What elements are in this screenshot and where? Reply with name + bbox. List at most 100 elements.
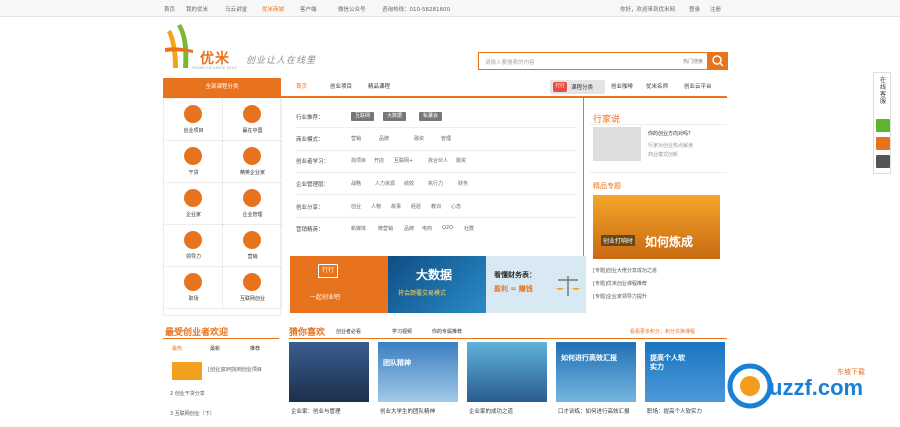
nav-projects[interactable]: 创业项目 [330,82,352,90]
filter-option[interactable]: 经验 [411,203,421,210]
guess-tab[interactable]: 创业者必看 [336,328,361,335]
side-item[interactable]: 创业项目 [164,99,223,141]
filter-option[interactable]: 微营销 [378,225,393,232]
filter-tag[interactable]: 互联网 [351,112,375,121]
filter-option[interactable]: 开店 [374,157,384,164]
filter-option[interactable]: 财务 [458,180,468,187]
filter-option[interactable]: 营销 [351,135,361,142]
stack-icon [184,147,202,165]
divider [163,338,279,339]
topic-link[interactable]: [专题]优米创业课程推荐 [593,280,647,287]
course-caption[interactable]: 企业家：创业与管理 [291,407,341,415]
guess-tab[interactable]: 学习视频 [392,328,412,335]
nav-teachers[interactable]: 优米名师 [646,82,668,90]
filter-option[interactable]: O2O [442,225,453,231]
top-arrow-icon[interactable] [876,137,890,150]
filter-option[interactable]: 绩效 [404,180,414,187]
nav-cafe[interactable]: 创业咖啡 [611,82,633,90]
promo-banner[interactable]: 行行 一起创业吧 大数据 将会颠覆交易模式 看懂财务表： 盈利 = 赚钱 [290,256,586,313]
top-bar: 首页 我的优米 马云讲堂 优米商城 客户端 微信公众号 咨询热线：010-582… [0,0,900,17]
popular-item[interactable]: [创业]如何找到创业项目 [208,366,262,373]
side-item[interactable]: 赢在中国 [223,99,282,141]
side-item[interactable]: 干货 [164,141,223,183]
tab-new[interactable]: 最新 [210,345,220,352]
popular-item[interactable]: 2 创业干货分享 [170,390,205,397]
topic-banner[interactable]: 创业打响时 如何炼成 [593,195,720,259]
points-link[interactable]: 看看更多积分，积分兑换课程 [630,328,695,335]
course-card[interactable]: 提高个人软实力 [645,342,725,402]
course-caption[interactable]: 创业大学生的团队精神 [380,407,435,415]
filter-option[interactable]: 人力资源 [375,180,395,187]
top-link-my[interactable]: 我的优米 [186,5,208,13]
course-caption[interactable]: 企业家的成功之道 [469,407,513,415]
filter-option[interactable]: 品牌 [404,225,414,232]
filter-option[interactable]: 品牌 [379,135,389,142]
side-item[interactable]: 职场 [164,267,223,309]
top-link-client[interactable]: 客户端 [300,5,317,13]
side-item[interactable]: 企业家 [164,183,223,225]
side-menu: 创业项目 赢在中国 干货 精英企业家 企业家 企业管理 领导力 营销 职场 互联… [163,98,282,316]
course-caption[interactable]: 口才训练：如何进行高效汇报 [558,407,630,415]
course-card[interactable]: 如何进行高效汇报 [556,342,636,402]
filter-option[interactable]: 故事 [391,203,401,210]
filter-option[interactable]: 创业 [351,203,361,210]
side-item[interactable]: 精英企业家 [223,141,282,183]
filter-option[interactable]: 管理 [441,135,451,142]
expert-item-line: 行家对创业热点解读 [648,143,694,149]
banner-seg-3: 看懂财务表： 盈利 = 赚钱 [486,256,586,313]
topic-link[interactable]: [专题]创业大佬分享成功之道 [593,267,657,274]
category-button[interactable]: 行行 课程分类 [550,80,605,94]
course-caption[interactable]: 职场：提高个人软实力 [647,407,702,415]
filter-option[interactable]: 电商 [422,225,432,232]
nav-cloud[interactable]: 创业云平台 [684,82,712,90]
tab-hot[interactable]: 最热 [172,345,182,352]
nav-home[interactable]: 首页 [296,82,307,90]
side-item[interactable]: 领导力 [164,225,223,267]
pin-icon [243,273,261,291]
course-card[interactable] [467,342,547,402]
side-item[interactable]: 企业管理 [223,183,282,225]
popular-item[interactable]: 3 互联网创业（下） [170,410,215,417]
filter-option[interactable]: 执行力 [428,180,443,187]
top-link-mall[interactable]: 优米商城 [262,5,284,13]
feedback-icon[interactable] [876,155,890,168]
top-link-wechat[interactable]: 微信公众号 [338,5,366,13]
filter-option[interactable]: 找合伙人 [428,157,448,164]
guess-title: 猜你喜欢 [289,328,326,338]
filter-tag[interactable]: 大数据 [383,112,407,121]
all-categories-tab[interactable]: 全部课程分类 [163,78,281,96]
side-item[interactable]: 互联网创业 [223,267,282,309]
expert-item-title[interactable]: 你的创业方向对吗？ [648,130,693,137]
nav-courses[interactable]: 精品课程 [368,82,390,90]
filter-option[interactable]: 融资 [456,157,466,164]
login-link[interactable]: 登录 [689,5,700,13]
guess-tab[interactable]: 你的专属推荐 [432,328,462,335]
filter-option[interactable]: 心态 [451,203,461,210]
filter-option[interactable]: 互联网+ [394,157,413,164]
course-card[interactable]: 团队精神 [378,342,458,402]
filter-option[interactable]: 教训 [431,203,441,210]
filter-option[interactable]: 社群 [464,225,474,232]
topic-link[interactable]: [专题]企业家领导力提升 [593,293,647,300]
expert-thumbnail[interactable] [593,127,641,161]
tab-recommend[interactable]: 推荐 [250,345,260,352]
search-hot[interactable]: 热门搜索 [683,58,703,65]
popular-thumb[interactable] [172,362,202,380]
online-service-panel[interactable]: 在线客服 [873,72,891,174]
logo-icon[interactable] [163,24,195,68]
search-button[interactable] [708,52,728,70]
filter-option[interactable]: 找项目 [351,157,366,164]
filter-option[interactable]: 融资 [414,135,424,142]
top-link-home[interactable]: 首页 [164,5,175,13]
course-card[interactable] [289,342,369,402]
register-link[interactable]: 注册 [710,5,721,13]
filter-option[interactable]: 新媒体 [351,225,366,232]
filter-tag[interactable]: 私董会 [419,112,443,121]
top-link-lecture[interactable]: 马云讲堂 [225,5,247,13]
side-item[interactable]: 营销 [223,225,282,267]
chat-icon[interactable] [876,119,890,132]
filter-option[interactable]: 战略 [351,180,361,187]
hanghang-icon: 行行 [553,82,567,92]
filter-option[interactable]: 人物 [371,203,381,210]
search-input[interactable]: 请输入要搜索的内容 热门搜索 [478,52,708,70]
